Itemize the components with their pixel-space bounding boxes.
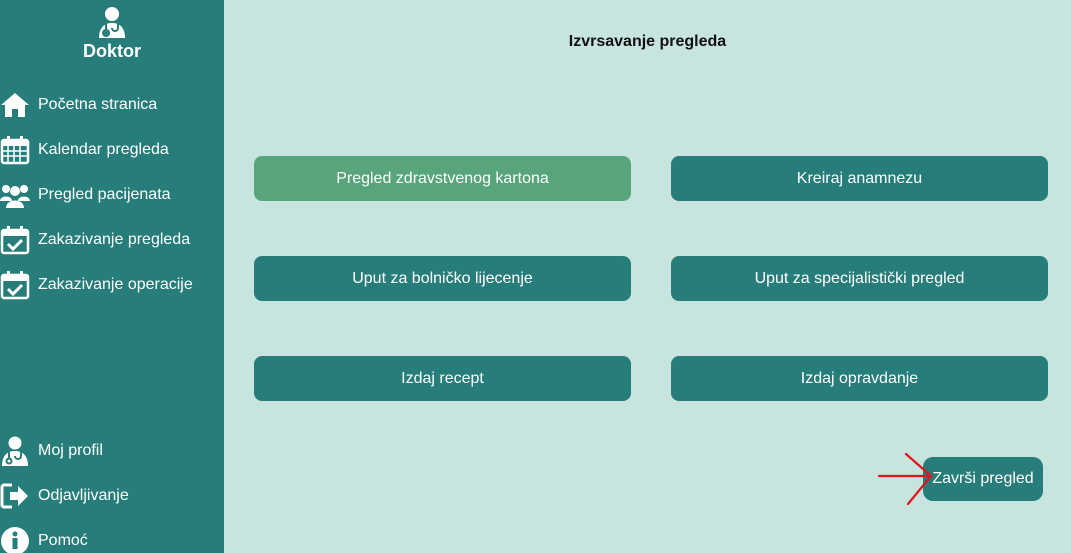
users-icon — [0, 180, 30, 210]
brand-title: Doktor — [83, 41, 141, 61]
calendar-icon — [0, 135, 30, 165]
annotation-arrow-icon — [877, 452, 933, 506]
sidebar-item-label: Pregled pacijenata — [38, 185, 171, 203]
issue-excuse-button[interactable]: Izdaj opravdanje — [671, 356, 1048, 401]
specialist-referral-button[interactable]: Uput za specijalistički pregled — [671, 256, 1048, 301]
sidebar-item-label: Pomoć — [38, 531, 88, 549]
sidebar-item-logout[interactable]: Odjavljivanje — [0, 473, 224, 518]
sidebar-item-label: Moj profil — [38, 441, 103, 459]
page-title: Izvrsavanje pregleda — [568, 33, 727, 50]
sidebar-item-label: Zakazivanje operacije — [38, 275, 193, 293]
create-anamnesis-button[interactable]: Kreiraj anamnezu — [671, 156, 1048, 201]
sidebar-item-schedule-operation[interactable]: Zakazivanje operacije — [0, 262, 224, 307]
sidebar-item-help[interactable]: Pomoć — [0, 518, 224, 553]
sidebar-item-schedule-exam[interactable]: Zakazivanje pregleda — [0, 217, 224, 262]
sidebar: Doktor Početna stranica Kalendar pregled… — [0, 0, 224, 553]
doctor-icon — [99, 7, 125, 38]
sidebar-item-patients[interactable]: Pregled pacijenata — [0, 172, 224, 217]
sidebar-item-profile[interactable]: Moj profil — [0, 428, 224, 473]
sidebar-item-label: Zakazivanje pregleda — [38, 230, 191, 248]
issue-prescription-button[interactable]: Izdaj recept — [254, 356, 631, 401]
sidebar-item-label: Kalendar pregleda — [38, 140, 169, 158]
brand: Doktor — [0, 6, 224, 62]
main-content: Izvrsavanje pregleda Pregled zdravstveno… — [224, 0, 1071, 553]
hospital-referral-button[interactable]: Uput za bolničko lijecenje — [254, 256, 631, 301]
doctor-icon — [0, 436, 30, 466]
sidebar-item-calendar[interactable]: Kalendar pregleda — [0, 127, 224, 172]
finish-exam-button[interactable]: Završi pregled — [923, 457, 1043, 501]
info-icon — [0, 526, 30, 553]
calendar-check-icon — [0, 270, 30, 300]
sidebar-item-label: Početna stranica — [38, 95, 158, 113]
sidebar-item-home[interactable]: Početna stranica — [0, 82, 224, 127]
sidebar-item-label: Odjavljivanje — [38, 486, 129, 504]
sidebar-bottom-nav: Moj profil Odjavljivanje Pomoć — [0, 428, 224, 553]
logout-icon — [0, 481, 30, 511]
home-icon — [0, 90, 30, 120]
medical-record-button[interactable]: Pregled zdravstvenog kartona — [254, 156, 631, 201]
calendar-check-icon — [0, 225, 30, 255]
sidebar-nav: Početna stranica Kalendar pregleda Pregl… — [0, 82, 224, 307]
